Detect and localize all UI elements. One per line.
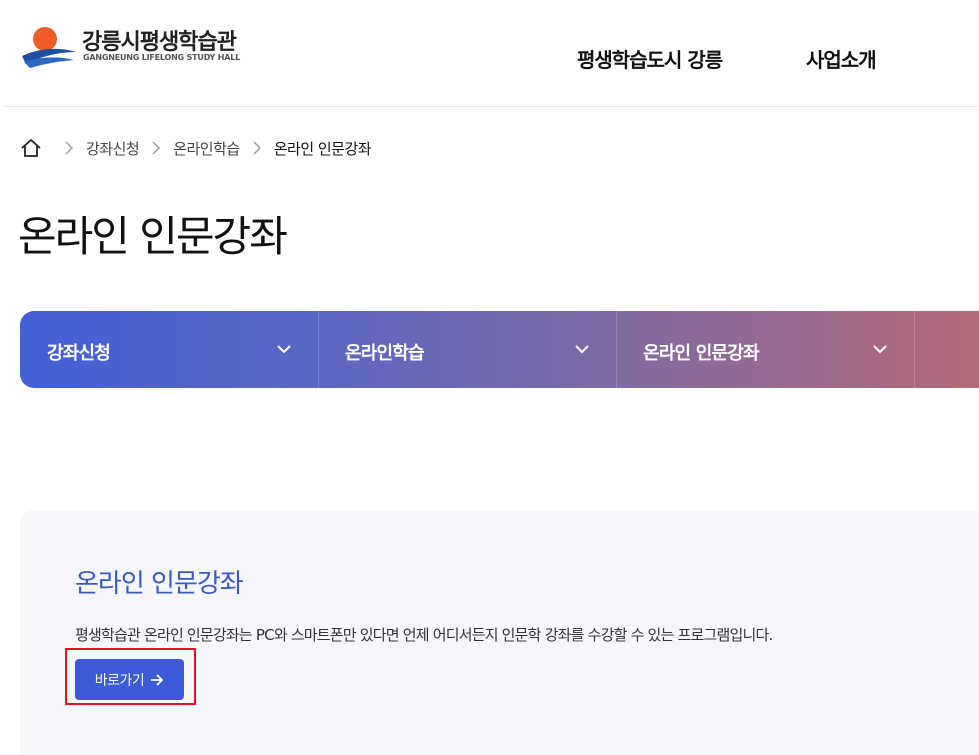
course-info-box: 온라인 인문강좌 평생학습관 온라인 인문강좌는 PC와 스마트폰만 있다면 언…	[20, 510, 979, 755]
nav-business-intro[interactable]: 사업소개	[806, 44, 877, 73]
chevron-down-icon	[575, 345, 589, 354]
breadcrumb-item-current: 온라인 인문강좌	[273, 139, 372, 158]
sub-navigation-bar: 강좌신청 온라인학습 온라인 인문강좌	[20, 311, 979, 388]
tab-divider	[914, 311, 915, 388]
info-description: 평생학습관 온라인 인문강좌는 PC와 스마트폰만 있다면 언제 어디서든지 인…	[75, 626, 773, 644]
tab-label: 온라인학습	[345, 343, 425, 364]
tab-label: 온라인 인문강좌	[643, 343, 760, 364]
chevron-down-icon	[873, 345, 887, 354]
info-title: 온라인 인문강좌	[75, 569, 244, 599]
tab-online-humanities[interactable]: 온라인 인문강좌	[616, 311, 914, 388]
breadcrumb-item-course-apply[interactable]: 강좌신청	[86, 138, 140, 159]
tab-label: 강좌신청	[47, 343, 111, 364]
site-logo[interactable]: 강릉시평생학습관 GANGNEUNG LIFELONG STUDY HALL	[20, 22, 260, 72]
tab-course-apply[interactable]: 강좌신청	[20, 311, 318, 388]
header-divider	[5, 106, 979, 107]
arrow-right-icon	[151, 673, 164, 686]
go-button[interactable]: 바로가기	[75, 659, 184, 700]
chevron-right-icon	[65, 141, 73, 155]
nav-lifelong-city[interactable]: 평생학습도시 강릉	[577, 44, 723, 73]
page-title: 온라인 인문강좌	[18, 212, 288, 261]
home-icon[interactable]	[20, 137, 42, 159]
chevron-right-icon	[253, 141, 261, 155]
go-button-label: 바로가기	[94, 672, 145, 689]
logo-title: 강릉시평생학습관	[82, 30, 237, 55]
breadcrumb-item-online-learning[interactable]: 온라인학습	[173, 138, 240, 159]
site-header: 강릉시평생학습관 GANGNEUNG LIFELONG STUDY HALL 평…	[0, 0, 979, 106]
chevron-down-icon	[277, 345, 291, 354]
chevron-right-icon	[152, 141, 161, 155]
logo-mark-icon	[22, 27, 76, 68]
tab-online-learning[interactable]: 온라인학습	[318, 311, 616, 388]
logo-subtitle: GANGNEUNG LIFELONG STUDY HALL	[83, 53, 241, 62]
breadcrumb: 강좌신청 온라인학습 온라인 인문강좌	[20, 136, 372, 160]
